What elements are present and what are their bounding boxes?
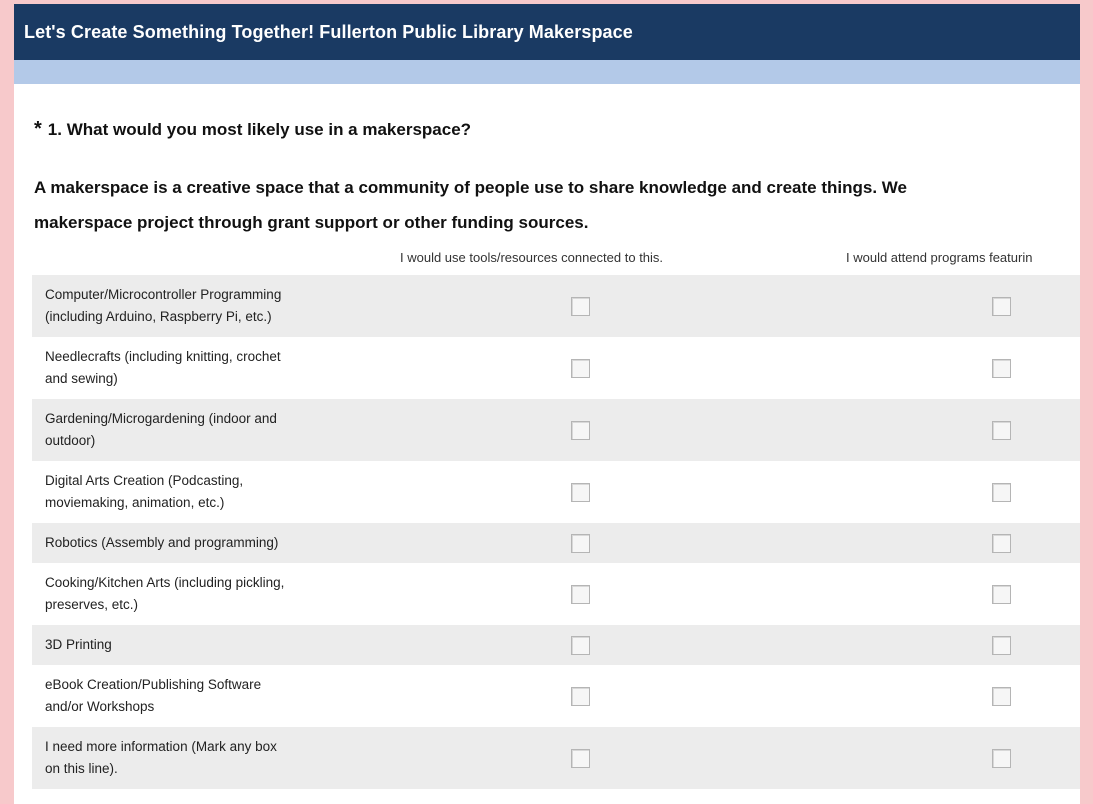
column-header-attend-programs: I would attend programs featurin — [846, 250, 1033, 265]
survey-title-bar: Let's Create Something Together! Fullert… — [14, 4, 1080, 60]
use-tools-checkbox[interactable] — [571, 686, 590, 706]
attend-programs-checkbox[interactable] — [992, 358, 1011, 378]
attend-programs-checkbox[interactable] — [992, 584, 1011, 604]
row-label-line: and sewing) — [45, 371, 118, 386]
use-tools-checkbox[interactable] — [571, 533, 590, 553]
attend-programs-checkbox[interactable] — [992, 482, 1011, 502]
attend-programs-checkbox[interactable] — [992, 635, 1011, 655]
row-label-line: 3D Printing — [45, 637, 112, 652]
row-label-line: I need more information (Mark any box — [45, 739, 277, 754]
row-label-line: Robotics (Assembly and programming) — [45, 535, 279, 550]
row-label: I need more information (Mark any box on… — [45, 736, 345, 780]
attend-programs-checkbox[interactable] — [992, 686, 1011, 706]
row-label: Gardening/Microgardening (indoor and out… — [45, 408, 345, 452]
matrix-row: Gardening/Microgardening (indoor and out… — [32, 399, 1080, 461]
row-label: Digital Arts Creation (Podcasting, movie… — [45, 470, 345, 514]
row-label: Needlecrafts (including knitting, croche… — [45, 346, 345, 390]
use-tools-checkbox[interactable] — [571, 420, 590, 440]
question-text: 1. What would you most likely use in a m… — [47, 120, 472, 139]
description-line: A makerspace is a creative space that a … — [34, 178, 907, 197]
use-tools-checkbox[interactable] — [571, 635, 590, 655]
use-tools-checkbox[interactable] — [571, 748, 590, 768]
matrix-row: Digital Arts Creation (Podcasting, movie… — [32, 461, 1080, 523]
matrix-row: Cooking/Kitchen Arts (including pickling… — [32, 563, 1080, 625]
matrix-row: I need more information (Mark any box on… — [32, 727, 1080, 789]
row-label-line: eBook Creation/Publishing Software — [45, 677, 262, 692]
use-tools-checkbox[interactable] — [571, 482, 590, 502]
description-line: makerspace project through grant support… — [34, 213, 589, 232]
row-label: eBook Creation/Publishing Software and/o… — [45, 674, 345, 718]
row-label-line: Digital Arts Creation (Podcasting, — [45, 473, 244, 488]
matrix-row: Robotics (Assembly and programming) — [32, 523, 1080, 563]
row-label-line: on this line). — [45, 761, 118, 776]
row-label: 3D Printing — [45, 634, 345, 656]
row-label-line: (including Arduino, Raspberry Pi, etc.) — [45, 309, 272, 324]
attend-programs-checkbox[interactable] — [992, 420, 1011, 440]
column-header-use-tools: I would use tools/resources connected to… — [400, 250, 664, 265]
matrix-row: Needlecrafts (including knitting, croche… — [32, 337, 1080, 399]
use-tools-checkbox[interactable] — [571, 584, 590, 604]
matrix-row: 3D Printing — [32, 625, 1080, 665]
attend-programs-checkbox[interactable] — [992, 748, 1011, 768]
matrix-rows: Computer/Microcontroller Programming (in… — [32, 275, 1080, 789]
row-label: Robotics (Assembly and programming) — [45, 532, 345, 554]
survey-page: Let's Create Something Together! Fullert… — [14, 4, 1080, 804]
matrix-row: Computer/Microcontroller Programming (in… — [32, 275, 1080, 337]
row-label-line: Computer/Microcontroller Programming — [45, 287, 282, 302]
attend-programs-checkbox[interactable] — [992, 296, 1011, 316]
row-label-line: outdoor) — [45, 433, 96, 448]
row-label: Computer/Microcontroller Programming (in… — [45, 284, 345, 328]
row-label-line: and/or Workshops — [45, 699, 155, 714]
use-tools-checkbox[interactable] — [571, 358, 590, 378]
row-label-line: moviemaking, animation, etc.) — [45, 495, 225, 510]
matrix-row: eBook Creation/Publishing Software and/o… — [32, 665, 1080, 727]
row-label-line: Gardening/Microgardening (indoor and — [45, 411, 277, 426]
attend-programs-checkbox[interactable] — [992, 533, 1011, 553]
row-label-line: preserves, etc.) — [45, 597, 139, 612]
required-marker: * — [34, 118, 42, 140]
title-subbar — [14, 60, 1080, 84]
use-tools-checkbox[interactable] — [571, 296, 590, 316]
row-label: Cooking/Kitchen Arts (including pickling… — [45, 572, 345, 616]
question-heading: * 1. What would you most likely use in a … — [34, 118, 471, 141]
row-label-line: Needlecrafts (including knitting, croche… — [45, 349, 281, 364]
row-label-line: Cooking/Kitchen Arts (including pickling… — [45, 575, 285, 590]
question-description: A makerspace is a creative space that a … — [34, 170, 1080, 240]
survey-title: Let's Create Something Together! Fullert… — [24, 21, 633, 42]
